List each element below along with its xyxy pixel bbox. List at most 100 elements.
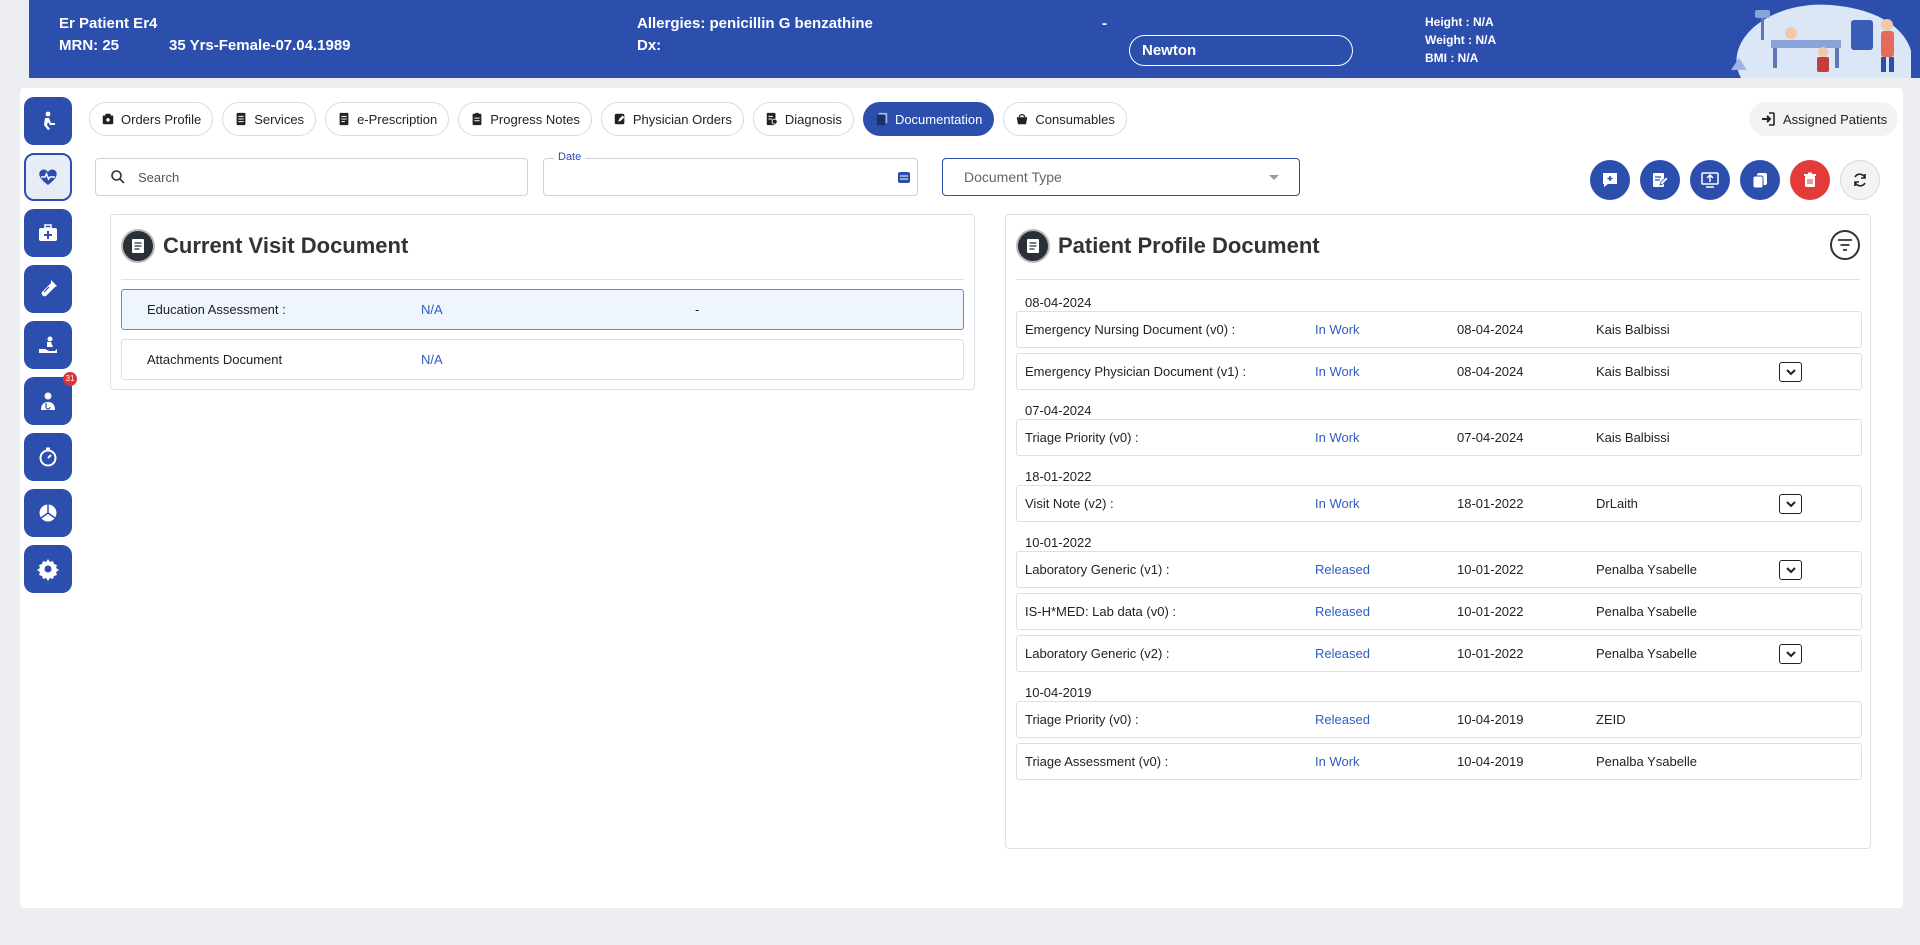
document-value: N/A <box>421 302 443 317</box>
patient-demographics: 35 Yrs-Female-07.04.1989 <box>169 37 351 54</box>
refresh-button[interactable] <box>1840 160 1880 200</box>
tab-services[interactable]: Services <box>222 102 317 136</box>
sidebar-patient-icon-button[interactable] <box>24 97 72 145</box>
tab-label: Progress Notes <box>490 111 580 127</box>
divider <box>121 279 964 280</box>
chevron-down-icon <box>1785 650 1796 657</box>
expand-versions-button[interactable] <box>1779 362 1802 382</box>
add-comment-button[interactable] <box>1590 160 1630 200</box>
height-value: Height : N/A <box>1425 15 1494 29</box>
weight-value: Weight : N/A <box>1425 33 1497 47</box>
calendar-icon[interactable] <box>897 170 911 184</box>
tab-consumables[interactable]: Consumables <box>1003 102 1127 136</box>
sidebar-reports-button[interactable] <box>24 489 72 537</box>
search-input[interactable]: Search <box>95 158 528 196</box>
tab-label: e-Prescription <box>357 111 438 127</box>
search-placeholder: Search <box>138 169 180 185</box>
patient-mrn: MRN: 25 <box>59 37 120 54</box>
document-extra: - <box>695 302 700 317</box>
profile-document-row[interactable]: Triage Assessment (v0) : In Work 10-04-201… <box>1016 743 1862 780</box>
document-status: In Work <box>1315 430 1360 445</box>
upload-document-button[interactable] <box>1690 160 1730 200</box>
expand-versions-button[interactable] <box>1779 644 1802 664</box>
sidebar-timer-button[interactable] <box>24 433 72 481</box>
edit-document-button[interactable] <box>1640 160 1680 200</box>
document-author: Penalba Ysabelle <box>1596 604 1697 619</box>
documents-icon <box>876 112 888 126</box>
current-visit-title: Current Visit Document <box>163 233 409 258</box>
document-date-group-header: 10-01-2022 <box>1025 535 1092 550</box>
document-status: Released <box>1315 562 1370 577</box>
document-icon <box>1016 229 1050 263</box>
copy-icon <box>1752 173 1767 189</box>
hand-care-icon <box>39 336 57 353</box>
document-date-group-header: 18-01-2022 <box>1025 469 1092 484</box>
profile-document-row[interactable]: Visit Note (v2) : In Work 18-01-2022 DrLait… <box>1016 485 1862 522</box>
sidebar-medical-kit-button[interactable] <box>24 209 72 257</box>
patient-name: Er Patient Er4 <box>59 15 158 32</box>
document-date: 08-04-2024 <box>1457 364 1524 379</box>
profile-document-row[interactable]: Laboratory Generic (v2) : Released 10-01-2… <box>1016 635 1862 672</box>
tab-orders-profile[interactable]: Orders Profile <box>89 102 214 136</box>
document-name: Attachments Document <box>147 352 283 367</box>
document-date: 08-04-2024 <box>1457 322 1524 337</box>
assigned-patients-label: Assigned Patients <box>1783 111 1888 127</box>
box-icon <box>102 113 114 125</box>
profile-document-row[interactable]: Triage Priority (v0) : In Work 07-04-2024 K… <box>1016 419 1862 456</box>
tab-progress-notes[interactable]: Progress Notes <box>458 102 592 136</box>
gear-icon <box>37 559 59 581</box>
sidebar-settings-button[interactable] <box>24 545 72 593</box>
expand-versions-button[interactable] <box>1779 560 1802 580</box>
monitor-upload-icon <box>1701 172 1719 188</box>
prescription-icon <box>339 112 349 126</box>
current-visit-row[interactable]: Education Assessment : N/A - <box>121 289 964 330</box>
tab-diagnosis[interactable]: Diagnosis <box>752 102 854 136</box>
document-author: Penalba Ysabelle <box>1596 562 1697 577</box>
document-name: Emergency Physician Document (v1) : <box>1025 364 1247 379</box>
sidebar-physician-button[interactable]: 31 <box>24 372 77 425</box>
delete-document-button[interactable] <box>1790 160 1830 200</box>
sidebar-vitals-button[interactable] <box>24 153 72 201</box>
stopwatch-icon <box>39 447 57 467</box>
sidebar-lab-button[interactable] <box>24 265 72 313</box>
patient-profile-title-group: Patient Profile Document <box>1016 229 1320 263</box>
tab-label: Physician Orders <box>632 111 732 127</box>
document-status: In Work <box>1315 364 1360 379</box>
profile-document-row[interactable]: Emergency Nursing Document (v0) : In Work… <box>1016 311 1862 348</box>
document-author: Kais Balbissi <box>1596 322 1670 337</box>
document-name: Visit Note (v2) : <box>1025 496 1114 511</box>
document-name: Emergency Nursing Document (v0) : <box>1025 322 1236 337</box>
location-field[interactable]: Newton <box>1129 35 1353 66</box>
copy-document-button[interactable] <box>1740 160 1780 200</box>
profile-document-row[interactable]: IS-H*MED: Lab data (v0) : Released 10-01-2… <box>1016 593 1862 630</box>
profile-document-row[interactable]: Laboratory Generic (v1) : Released 10-01-2… <box>1016 551 1862 588</box>
chevron-down-icon <box>1785 368 1796 375</box>
basket-icon <box>1017 114 1028 125</box>
tab-documentation[interactable]: Documentation <box>862 102 995 136</box>
profile-document-row[interactable]: Triage Priority (v0) : Released 10-04-2019… <box>1016 701 1862 738</box>
current-visit-row[interactable]: Attachments Document N/A <box>121 339 964 380</box>
tab-label: Consumables <box>1035 111 1115 127</box>
document-status: Released <box>1315 604 1370 619</box>
patient-profile-title: Patient Profile Document <box>1058 233 1320 258</box>
tab-e-prescription[interactable]: e-Prescription <box>325 102 450 136</box>
sidebar-care-button[interactable] <box>24 321 72 369</box>
tab-label: Documentation <box>894 111 983 127</box>
header-dash: - <box>1102 15 1107 32</box>
profile-document-row[interactable]: Emergency Physician Document (v1) : In Wo… <box>1016 353 1862 390</box>
tab-bar: Orders Profile Services e-Prescription P… <box>89 102 1127 136</box>
current-visit-title-group: Current Visit Document <box>121 229 408 263</box>
pie-chart-icon <box>39 504 57 522</box>
tab-label: Orders Profile <box>121 111 202 127</box>
assigned-patients-button[interactable]: Assigned Patients <box>1749 102 1899 136</box>
current-visit-panel: Current Visit Document Education Assessm… <box>110 214 975 390</box>
patient-header: Er Patient Er4 MRN: 25 35 Yrs-Female-07.… <box>29 0 1920 78</box>
filter-button[interactable] <box>1830 230 1860 260</box>
add-comment-icon <box>1603 173 1617 187</box>
document-type-select[interactable]: Document Type <box>942 158 1300 196</box>
hospital-illustration <box>1711 0 1911 78</box>
expand-versions-button[interactable] <box>1779 494 1802 514</box>
tab-physician-orders[interactable]: Physician Orders <box>600 102 744 136</box>
date-field[interactable]: Date <box>543 151 918 196</box>
edit-icon <box>614 113 625 125</box>
